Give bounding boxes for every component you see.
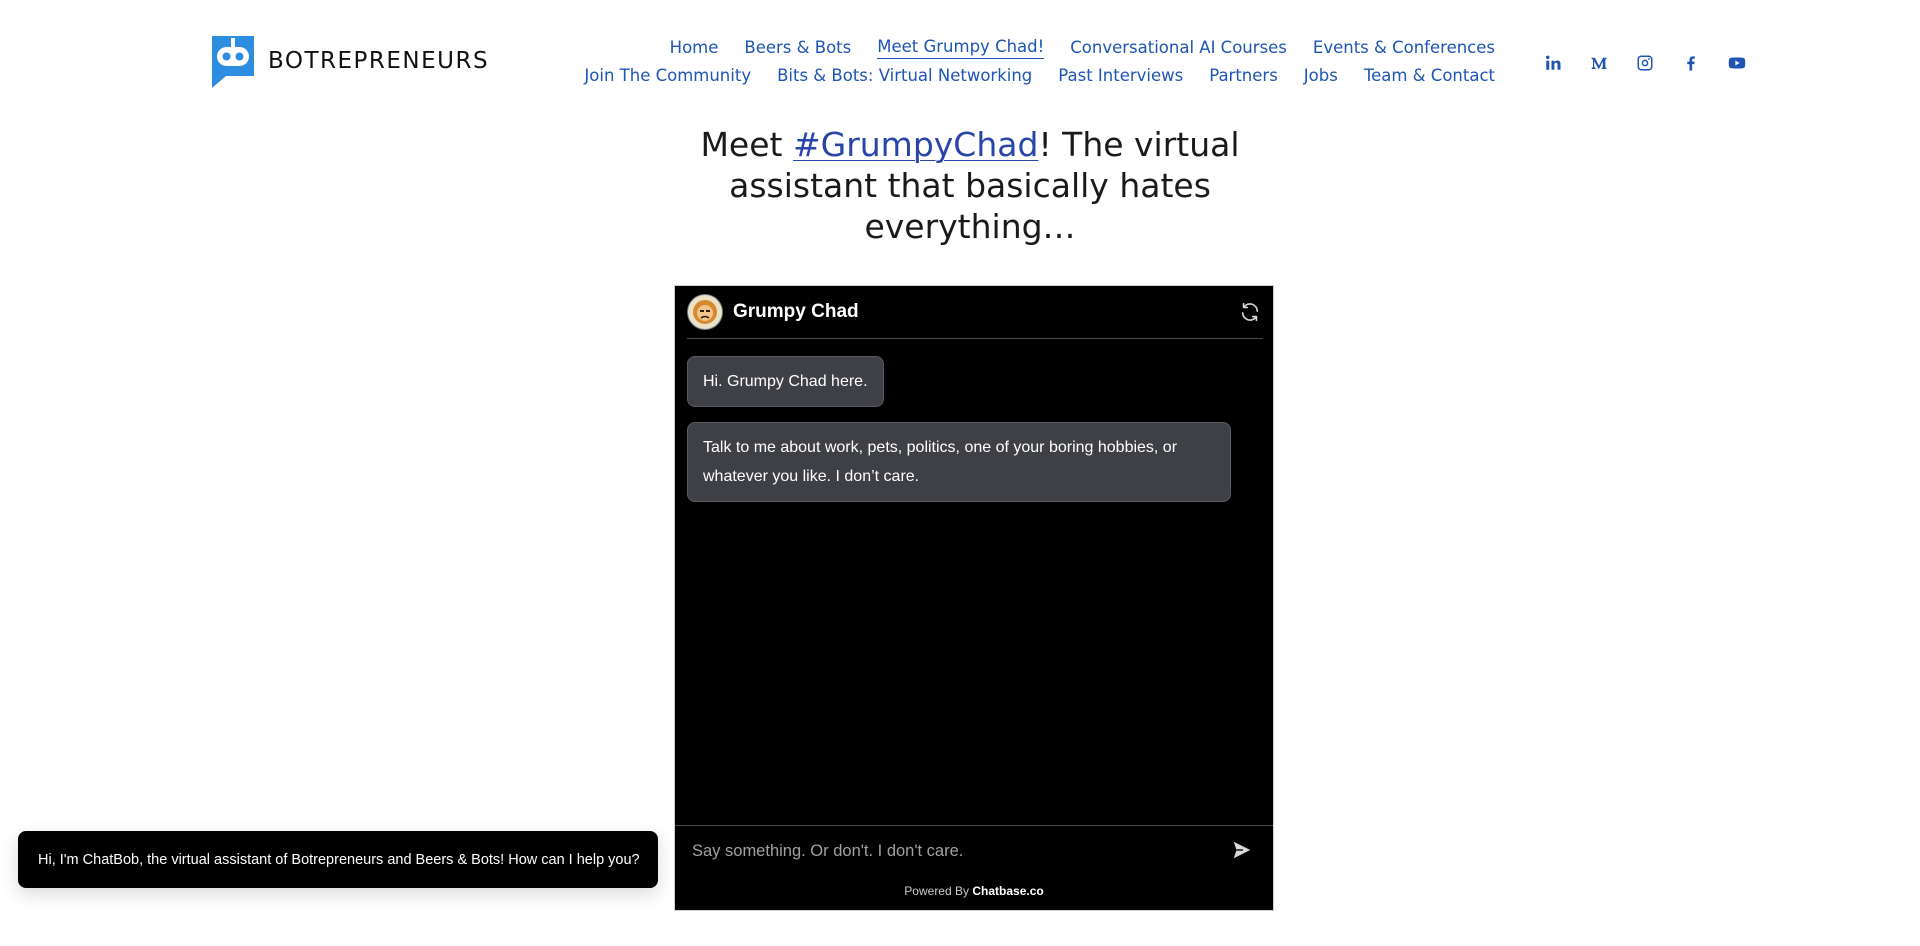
main-nav: Home Beers & Bots Meet Grumpy Chad! Conv… (558, 34, 1495, 90)
nav-row-2: Join The Community Bits & Bots: Virtual … (558, 62, 1495, 90)
nav-partners[interactable]: Partners (1209, 66, 1278, 87)
linkedin-icon[interactable] (1530, 50, 1576, 76)
medium-icon[interactable] (1576, 50, 1622, 76)
chatbob-greeting-popup[interactable]: Hi, I'm ChatBob, the virtual assistant o… (18, 831, 658, 888)
nav-past-interviews[interactable]: Past Interviews (1058, 66, 1183, 87)
social-links (1530, 50, 1760, 76)
nav-row-1: Home Beers & Bots Meet Grumpy Chad! Conv… (558, 34, 1495, 62)
chatbase-link[interactable]: Chatbase.co (972, 884, 1043, 898)
nav-home[interactable]: Home (670, 38, 719, 59)
chat-title: Grumpy Chad (733, 301, 859, 322)
send-icon[interactable] (1231, 839, 1255, 863)
bot-logo-icon (212, 36, 254, 88)
chat-widget: Grumpy Chad Hi. Grumpy Chad here. Talk t… (674, 285, 1274, 911)
facebook-icon[interactable] (1668, 50, 1714, 76)
nav-bits-and-bots[interactable]: Bits & Bots: Virtual Networking (777, 66, 1032, 87)
chat-header: Grumpy Chad (687, 286, 1263, 339)
brand[interactable]: BOTREPRENEURS (210, 34, 489, 88)
grumpychad-hashtag-link[interactable]: #GrumpyChad (793, 125, 1038, 164)
nav-team-and-contact[interactable]: Team & Contact (1364, 66, 1495, 87)
site-header: BOTREPRENEURS Home Beers & Bots Meet Gru… (0, 0, 1920, 110)
headline-prefix: Meet (700, 125, 793, 164)
instagram-icon[interactable] (1622, 50, 1668, 76)
page-headline: Meet #GrumpyChad! The virtual assistant … (640, 124, 1300, 247)
nav-conversational-ai-courses[interactable]: Conversational AI Courses (1070, 38, 1287, 59)
chat-message: Hi. Grumpy Chad here. (687, 356, 884, 407)
chat-message: Talk to me about work, pets, politics, o… (687, 422, 1231, 502)
chatbob-greeting-text: Hi, I'm ChatBob, the virtual assistant o… (38, 851, 640, 868)
chat-message-input[interactable] (690, 840, 1231, 862)
grumpy-chad-avatar (687, 294, 723, 330)
nav-join-the-community[interactable]: Join The Community (584, 66, 751, 87)
powered-by: Powered By Chatbase.co (675, 884, 1273, 898)
nav-jobs[interactable]: Jobs (1304, 66, 1338, 87)
chat-input-bar (675, 825, 1273, 876)
refresh-icon[interactable] (1239, 301, 1261, 323)
grumpy-face-icon (689, 296, 721, 328)
nav-beers-and-bots[interactable]: Beers & Bots (744, 38, 851, 59)
powered-by-prefix: Powered By (904, 884, 973, 898)
nav-meet-grumpy-chad[interactable]: Meet Grumpy Chad! (877, 37, 1045, 59)
brand-name: BOTREPRENEURS (268, 48, 490, 74)
nav-events-and-conferences[interactable]: Events & Conferences (1313, 38, 1495, 59)
youtube-icon[interactable] (1714, 50, 1760, 76)
